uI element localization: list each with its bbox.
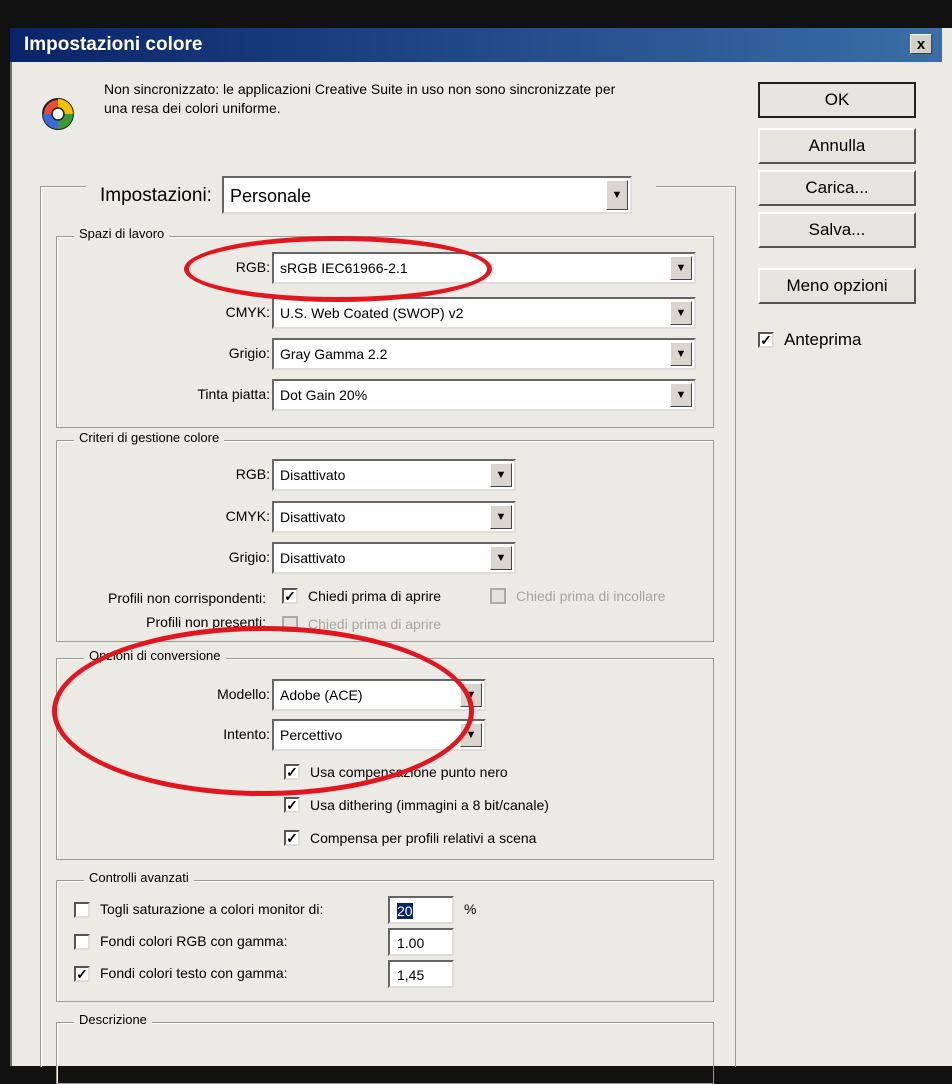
ws-cmyk-label: CMYK:: [225, 304, 270, 320]
load-button[interactable]: Carica...: [758, 170, 916, 206]
cp-gray-label: Grigio:: [228, 549, 270, 565]
blend-text-input[interactable]: 1,45: [388, 960, 454, 988]
working-spaces-title: Spazi di lavoro: [74, 226, 170, 241]
ask-open-checkbox[interactable]: ✓: [282, 588, 298, 604]
cp-rgb-value: Disattivato: [280, 467, 346, 483]
title-bar[interactable]: Impostazioni colore x: [10, 28, 942, 62]
percent-label: %: [464, 901, 477, 917]
advanced-title: Controlli avanzati: [84, 870, 194, 885]
preview-label: Anteprima: [784, 330, 862, 349]
ws-gray-value: Gray Gamma 2.2: [280, 346, 388, 362]
close-button[interactable]: x: [910, 34, 932, 54]
ws-spot-label: Tinta piatta:: [197, 386, 270, 402]
blend-text-checkbox[interactable]: ✓: [74, 966, 90, 982]
chevron-down-icon[interactable]: ▼: [670, 256, 692, 280]
desaturate-label: Togli saturazione a colori monitor di:: [100, 901, 324, 917]
sync-message: Non sincronizzato: le applicazioni Creat…: [104, 81, 616, 116]
scene-label: Compensa per profili relativi a scena: [310, 830, 537, 846]
window-title: Impostazioni colore: [24, 34, 203, 55]
description-title: Descrizione: [74, 1012, 152, 1027]
chevron-down-icon[interactable]: ▼: [606, 180, 628, 210]
ws-gray-dropdown[interactable]: Gray Gamma 2.2 ▼: [272, 338, 696, 370]
description-group: [56, 1022, 714, 1084]
color-policies-title: Criteri di gestione colore: [74, 430, 225, 445]
ws-cmyk-value: U.S. Web Coated (SWOP) v2: [280, 305, 464, 321]
ws-spot-dropdown[interactable]: Dot Gain 20% ▼: [272, 379, 696, 411]
blend-rgb-checkbox[interactable]: [74, 934, 90, 950]
cp-gray-dropdown[interactable]: Disattivato ▼: [272, 542, 516, 574]
chevron-down-icon[interactable]: ▼: [490, 505, 512, 529]
cp-cmyk-label: CMYK:: [225, 508, 270, 524]
chevron-down-icon[interactable]: ▼: [670, 342, 692, 366]
mismatch-label: Profili non corrispondenti:: [108, 590, 266, 606]
blend-text-label: Fondi colori testo con gamma:: [100, 965, 288, 981]
save-button[interactable]: Salva...: [758, 212, 916, 248]
cp-rgb-label: RGB:: [235, 466, 270, 482]
preview-checkbox[interactable]: ✓: [758, 332, 774, 348]
chevron-down-icon[interactable]: ▼: [490, 546, 512, 570]
dither-checkbox[interactable]: ✓: [284, 797, 300, 813]
ask-paste-checkbox[interactable]: [490, 588, 506, 604]
cp-gray-value: Disattivato: [280, 550, 346, 566]
desaturate-checkbox[interactable]: [74, 902, 90, 918]
desaturate-value: 20: [397, 903, 413, 919]
cancel-button[interactable]: Annulla: [758, 128, 916, 164]
settings-dropdown[interactable]: Personale ▼: [222, 176, 632, 214]
settings-label: Impostazioni:: [100, 185, 212, 206]
blend-rgb-label: Fondi colori RGB con gamma:: [100, 933, 288, 949]
blend-rgb-input[interactable]: 1.00: [388, 928, 454, 956]
ask-paste-label: Chiedi prima di incollare: [516, 588, 666, 604]
chevron-down-icon[interactable]: ▼: [670, 383, 692, 407]
cp-cmyk-dropdown[interactable]: Disattivato ▼: [272, 501, 516, 533]
scene-checkbox[interactable]: ✓: [284, 830, 300, 846]
chevron-down-icon[interactable]: ▼: [670, 301, 692, 325]
dither-label: Usa dithering (immagini a 8 bit/canale): [310, 797, 549, 813]
ok-button[interactable]: OK: [758, 82, 916, 118]
cp-cmyk-value: Disattivato: [280, 509, 346, 525]
color-sync-icon: [42, 98, 74, 130]
annotation-ellipse: [52, 626, 474, 796]
annotation-ellipse: [184, 236, 492, 302]
cp-rgb-dropdown[interactable]: Disattivato ▼: [272, 459, 516, 491]
ws-spot-value: Dot Gain 20%: [280, 387, 368, 403]
ask-open-label: Chiedi prima di aprire: [308, 588, 442, 604]
ws-gray-label: Grigio:: [228, 345, 270, 361]
desaturate-input[interactable]: 20: [388, 896, 454, 924]
chevron-down-icon[interactable]: ▼: [490, 463, 512, 487]
fewer-options-button[interactable]: Meno opzioni: [758, 268, 916, 304]
settings-value: Personale: [230, 186, 312, 206]
